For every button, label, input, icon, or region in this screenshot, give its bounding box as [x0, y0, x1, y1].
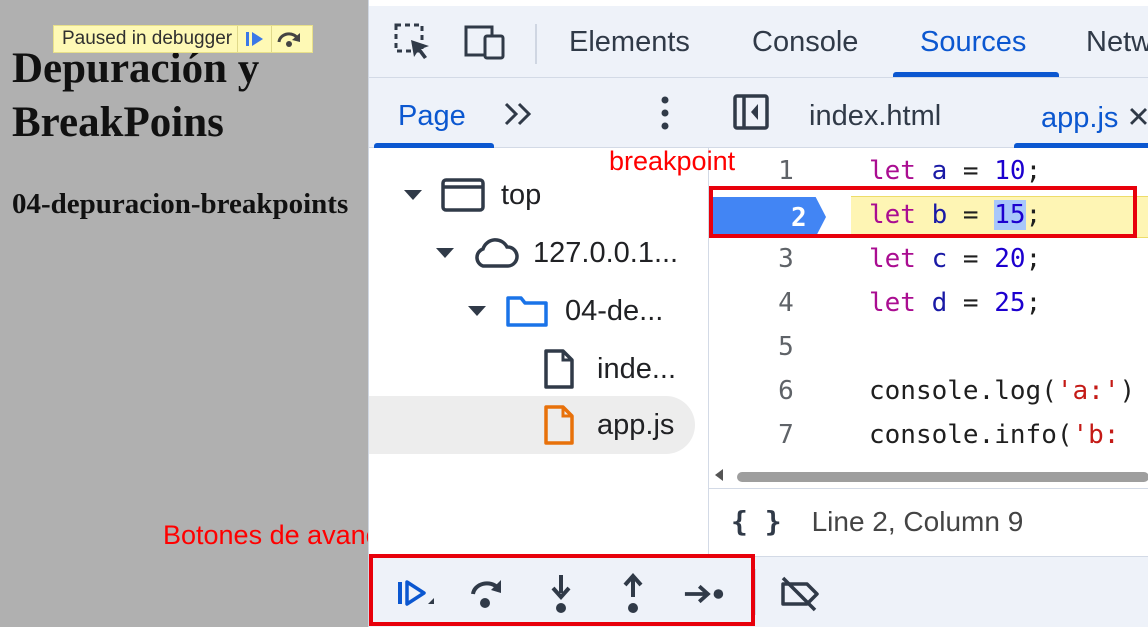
js-file-icon — [535, 405, 583, 445]
page-title: Depuración y BreakPoins — [12, 42, 368, 150]
page-subtitle-text: 04-depuracion-breakpoints — [12, 188, 349, 220]
folder-icon — [503, 291, 551, 331]
devtools-panel: Elements Console Sources Netw Page top 1… — [368, 0, 1148, 627]
banner-step-over-button[interactable] — [271, 26, 305, 52]
tree-item-label: app.js — [597, 408, 675, 441]
code-text: let c = 20; — [869, 244, 1042, 274]
editor-tab-app-js[interactable]: app.js ✕ — [1041, 100, 1148, 135]
page-title-text: Depuración y BreakPoins — [12, 45, 260, 146]
expand-arrow-icon — [399, 189, 427, 201]
line-number[interactable]: 6 — [761, 376, 811, 406]
devtools-main-toolbar: Elements Console Sources Netw — [369, 6, 1148, 78]
breakpoint-highlight-box — [709, 186, 1137, 238]
tab-sources[interactable]: Sources — [920, 26, 1026, 59]
scrollbar-thumb[interactable] — [737, 472, 1148, 482]
line-number[interactable]: 3 — [761, 244, 811, 274]
tab-console[interactable]: Console — [752, 26, 858, 59]
tree-item-label: 127.0.0.1... — [533, 236, 679, 269]
code-text: console.log('a:') — [869, 376, 1136, 406]
tree-item-top[interactable]: top — [399, 166, 541, 224]
code-text: let d = 25; — [869, 288, 1042, 318]
navigator-tab-indicator — [374, 143, 494, 148]
navigator-menu-button[interactable] — [645, 92, 685, 134]
active-tab-indicator — [893, 72, 1059, 77]
expand-arrow-icon — [463, 305, 491, 317]
paused-in-debugger-banner: Paused in debugger — [53, 25, 313, 53]
tree-item-app-js[interactable]: app.js — [369, 396, 695, 454]
tree-item-label: top — [501, 178, 542, 211]
more-tabs-button[interactable] — [499, 94, 539, 134]
editor-tabs-bar: index.html app.js ✕ — [709, 78, 1148, 148]
code-line-6[interactable]: 6 console.log('a:') — [709, 368, 1148, 412]
scroll-left-icon[interactable] — [715, 469, 723, 481]
line-number[interactable]: 4 — [761, 288, 811, 318]
tree-item-folder[interactable]: 04-de... — [463, 282, 663, 340]
toggle-navigator-button[interactable] — [731, 92, 771, 132]
tree-item-label: inde... — [597, 352, 676, 385]
inspect-element-icon — [394, 23, 429, 59]
tab-network[interactable]: Netw — [1086, 26, 1148, 59]
toolbar-separator — [535, 24, 537, 64]
stepping-buttons-highlight-box — [369, 554, 755, 626]
code-line-5[interactable]: 5 — [709, 324, 1148, 368]
resume-icon — [245, 32, 263, 46]
sidebar-toggle-icon — [733, 94, 769, 130]
close-icon[interactable]: ✕ — [1126, 102, 1148, 134]
line-number[interactable]: 7 — [761, 420, 811, 450]
deactivate-breakpoints-button[interactable] — [777, 572, 821, 616]
tree-item-index-html[interactable]: inde... — [535, 340, 676, 398]
device-toolbar-button[interactable] — [463, 20, 507, 64]
navigator-header: Page — [369, 78, 709, 148]
breakpoint-annotation: breakpoint — [609, 146, 736, 176]
page-subtitle: 04-depuracion-breakpoints — [12, 184, 348, 224]
line-number[interactable]: 5 — [761, 332, 811, 362]
code-line-4[interactable]: 4 let d = 25; — [709, 280, 1148, 324]
device-toggle-icon — [464, 25, 505, 60]
code-text: let a = 10; — [869, 156, 1042, 186]
deactivate-breakpoints-icon — [781, 576, 819, 612]
pretty-print-button[interactable]: { } — [731, 505, 782, 538]
editor-tab-label: app.js — [1041, 102, 1119, 134]
horizontal-scrollbar[interactable] — [709, 466, 1148, 486]
tree-item-label: 04-de... — [565, 294, 664, 327]
cloud-icon — [471, 233, 519, 273]
expand-arrow-icon — [431, 247, 459, 259]
paused-banner-text: Paused in debugger — [62, 28, 233, 49]
stepping-buttons-annotation: Botones de avance — [163, 520, 395, 550]
inspect-element-button[interactable] — [391, 20, 435, 64]
step-over-icon — [277, 32, 300, 47]
line-number[interactable]: 1 — [761, 156, 811, 186]
editor-tab-index-html[interactable]: index.html — [809, 100, 941, 133]
code-text: console.info('b: — [869, 420, 1120, 450]
navigator-tab-page[interactable]: Page — [398, 100, 466, 133]
page-viewport: Depuración y BreakPoins 04-depuracion-br… — [0, 0, 394, 627]
chevron-double-right-icon — [504, 102, 532, 126]
tab-elements[interactable]: Elements — [569, 26, 690, 59]
banner-resume-button[interactable] — [237, 26, 271, 52]
code-editor: index.html app.js ✕ breakpoint 1 let a = … — [609, 78, 1148, 554]
code-line-3[interactable]: 3 let c = 20; — [709, 236, 1148, 280]
editor-status-bar: { } Line 2, Column 9 — [709, 488, 1148, 554]
frame-icon — [439, 175, 487, 215]
cursor-position: Line 2, Column 9 — [811, 505, 1024, 537]
code-line-7[interactable]: 7 console.info('b: — [709, 412, 1148, 456]
file-icon — [535, 349, 583, 389]
tree-item-host[interactable]: 127.0.0.1... — [431, 224, 678, 282]
more-vertical-icon — [661, 96, 669, 130]
